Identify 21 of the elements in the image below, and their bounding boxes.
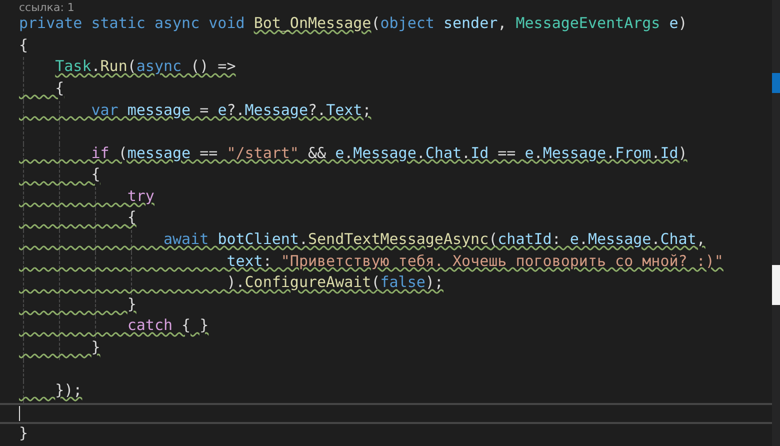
code-line: try xyxy=(126,186,154,207)
code-line: } xyxy=(126,294,136,315)
selection-highlight xyxy=(772,73,780,93)
panel-edge xyxy=(772,265,780,305)
code-line: { xyxy=(19,36,28,56)
code-line: } xyxy=(19,424,28,444)
code-line: await botClient.SendTextMessageAsync(chatId: e.Message.Chat, xyxy=(162,230,706,250)
text-cursor xyxy=(19,406,20,422)
code-line: var message = e?.Message?.Text; xyxy=(90,100,372,120)
code-line: ).ConfigureAwait(false); xyxy=(226,273,444,294)
code-line: private static async void Bot_OnMessage(object sender, MessageEventArgs e) xyxy=(19,14,688,34)
code-line: { xyxy=(54,78,64,99)
code-line: Task.Run(async () => xyxy=(54,57,236,78)
code-line: { xyxy=(90,165,100,186)
code-line: { xyxy=(126,208,136,228)
code-line: catch { } xyxy=(126,316,209,336)
code-line: if (message == "/start" && e.Message.Chat.Id == e.Message.From.Id) xyxy=(90,144,688,164)
code-line: }); xyxy=(54,381,82,402)
reference-count[interactable]: ссылка: 1 xyxy=(19,1,74,14)
code-line: text: "Приветствую тебя. Хочешь поговорить со мной? :)" xyxy=(226,252,724,272)
code-line: } xyxy=(90,338,100,358)
